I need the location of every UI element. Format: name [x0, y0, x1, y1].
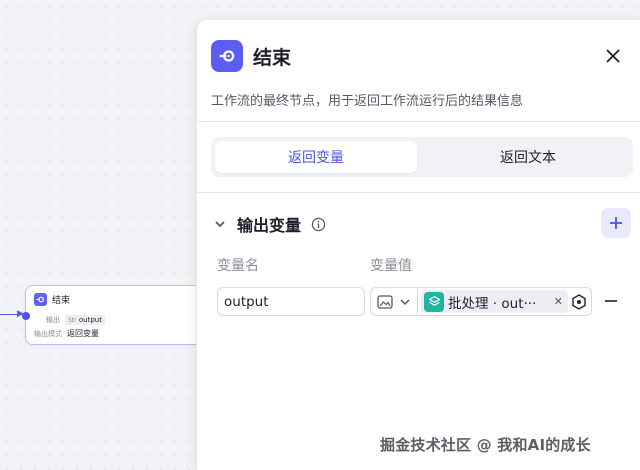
end-node-icon	[34, 293, 47, 306]
node-output-label: 输出	[46, 316, 60, 324]
node-header: 结束	[34, 293, 70, 306]
end-node-icon	[211, 40, 243, 72]
tabs-divider	[197, 192, 640, 193]
column-variable-value: 变量值	[370, 258, 412, 274]
remove-variable-button[interactable]	[602, 292, 620, 310]
output-variables-header: 输出变量	[213, 212, 326, 236]
add-variable-button[interactable]	[601, 208, 631, 238]
select-reference-button[interactable]	[568, 288, 590, 315]
minus-icon	[605, 300, 617, 302]
image-type-icon	[377, 294, 393, 309]
clear-reference-icon[interactable]: ✕	[554, 295, 565, 308]
chevron-down-icon	[400, 298, 410, 305]
section-title: 输出变量	[237, 216, 302, 235]
info-icon[interactable]	[311, 217, 326, 232]
tab-return-text[interactable]: 返回文本	[427, 141, 629, 173]
return-mode-tabs: 返回变量 返回文本	[211, 137, 633, 177]
panel-header: 结束	[211, 40, 291, 72]
value-type-select[interactable]	[371, 288, 418, 315]
node-input-handle[interactable]	[22, 312, 30, 320]
panel-description: 工作流的最终节点，用于返回工作流运行后的结果信息	[211, 94, 524, 109]
node-output-var: Str output	[65, 315, 105, 325]
target-icon	[572, 293, 586, 310]
close-button[interactable]	[603, 46, 623, 66]
variable-reference-chip[interactable]: 批处理 · out··· ✕	[421, 290, 568, 313]
panel-title: 结束	[253, 46, 292, 69]
header-divider	[197, 121, 640, 122]
end-node-settings-panel: 结束 工作流的最终节点，用于返回工作流运行后的结果信息 返回变量 返回文本 输出…	[196, 20, 640, 470]
watermark-text: 掘金技术社区 @ 我和AI的成长	[380, 436, 591, 454]
chevron-down-icon[interactable]	[213, 217, 227, 231]
node-output-row: 输出 Str output	[46, 315, 105, 325]
node-mode-value: 返回变量	[67, 329, 99, 338]
variable-reference-label: 批处理 · out···	[448, 295, 537, 312]
column-variable-name: 变量名	[217, 258, 259, 274]
node-title: 结束	[52, 296, 71, 306]
end-node-card[interactable]: 结束 输出 Str output 输出模式 返回变量	[22, 285, 215, 345]
node-mode-row: 输出模式 返回变量	[34, 328, 99, 339]
layers-icon	[424, 291, 444, 312]
close-icon	[606, 49, 620, 63]
node-output-name: output	[78, 316, 102, 324]
plus-icon	[610, 217, 622, 229]
variable-value-field: 批处理 · out··· ✕	[370, 287, 592, 316]
node-output-type: Str	[68, 317, 77, 324]
node-mode-label: 输出模式	[34, 329, 62, 338]
variable-name-input[interactable]	[217, 287, 365, 316]
tab-return-variable[interactable]: 返回变量	[215, 141, 417, 173]
